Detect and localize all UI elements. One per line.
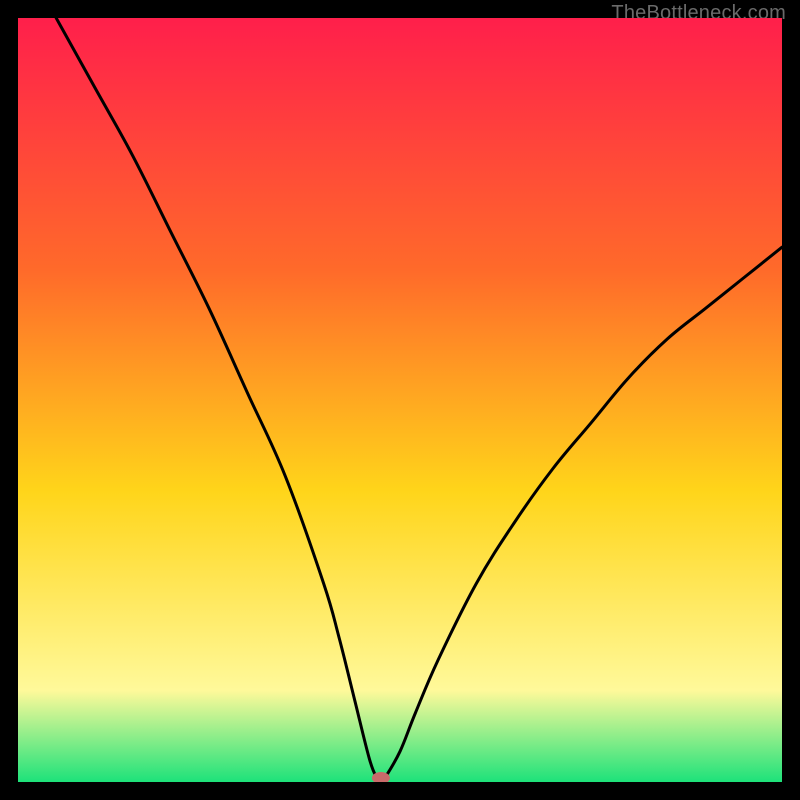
bottleneck-chart: [18, 18, 782, 782]
gradient-background: [18, 18, 782, 782]
plot-area: [18, 18, 782, 782]
chart-container: TheBottleneck.com: [0, 0, 800, 800]
